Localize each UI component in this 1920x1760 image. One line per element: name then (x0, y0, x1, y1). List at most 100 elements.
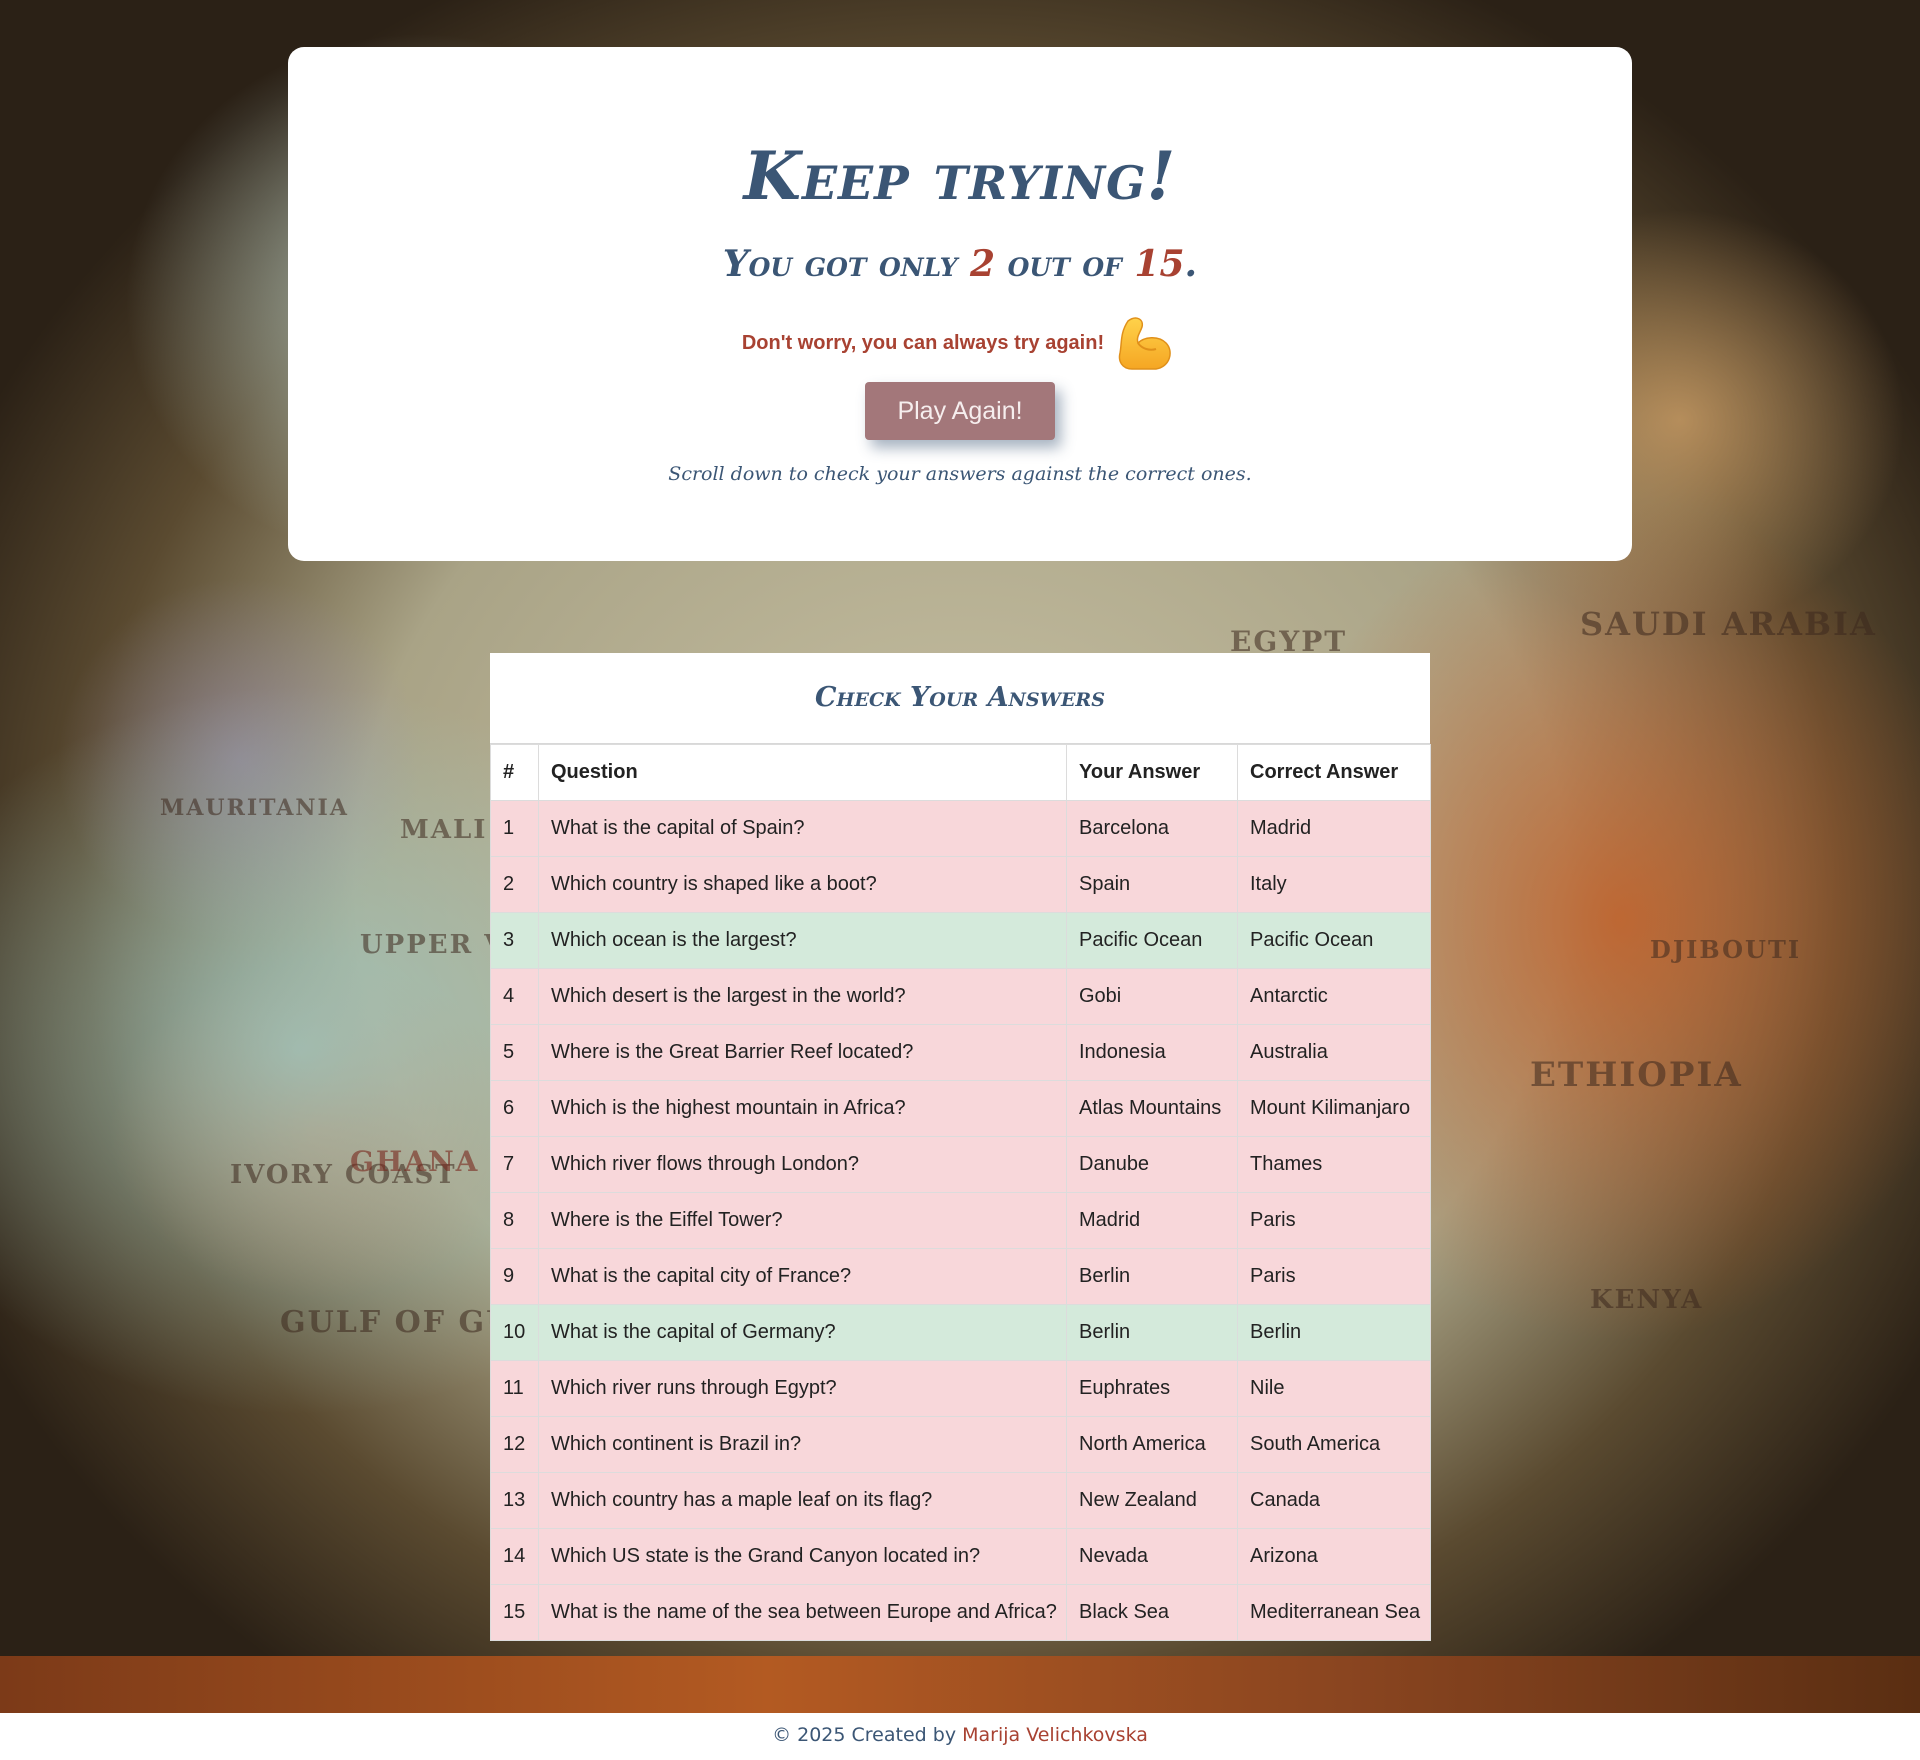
table-row: 9 What is the capital city of France? Berl… (490, 1248, 1431, 1305)
table-header-row: # Question Your Answer Correct Answer (490, 744, 1431, 801)
answers-table: # Question Your Answer Correct Answer 1W… (490, 744, 1431, 1641)
scroll-hint: Scroll down to check your answers agains… (668, 463, 1252, 485)
map-label: ETHIOPIA (1530, 1055, 1743, 1095)
table-row: 6 Which is the highest mountain in Africa… (490, 1080, 1431, 1137)
row-number: 15 (490, 1584, 539, 1641)
row-number: 5 (490, 1024, 539, 1081)
row-number: 1 (490, 800, 539, 857)
row-question: Which US state is the Grand Canyon locat… (538, 1528, 1067, 1585)
row-correct-answer: Berlin (1237, 1304, 1431, 1361)
table-row: 10 What is the capital of Germany? Berlin B… (490, 1304, 1431, 1361)
map-label: MALI (400, 815, 488, 845)
row-question: Where is the Great Barrier Reef located? (538, 1024, 1067, 1081)
row-question: Which river flows through London? (538, 1136, 1067, 1193)
table-row: 3 Which ocean is the largest? Pacific Ocea… (490, 912, 1431, 969)
row-correct-answer: South America (1237, 1416, 1431, 1473)
row-correct-answer: Australia (1237, 1024, 1431, 1081)
row-number: 12 (490, 1416, 539, 1473)
row-number: 3 (490, 912, 539, 969)
row-correct-answer: Canada (1237, 1472, 1431, 1529)
row-correct-answer: Paris (1237, 1192, 1431, 1249)
map-label: GHANA (350, 1145, 480, 1178)
table-row: 5 Where is the Great Barrier Reef located… (490, 1024, 1431, 1081)
table-row: 12 Which continent is Brazil in? North Ame… (490, 1416, 1431, 1473)
row-number: 13 (490, 1472, 539, 1529)
row-your-answer: Indonesia (1066, 1024, 1238, 1081)
column-header-number: # (490, 744, 539, 801)
play-again-button[interactable]: Play Again! (865, 382, 1055, 440)
row-number: 9 (490, 1248, 539, 1305)
row-your-answer: Atlas Mountains (1066, 1080, 1238, 1137)
table-row: 11 Which river runs through Egypt? Euphrat… (490, 1360, 1431, 1417)
footer-credit: © 2025 Created by (772, 1724, 957, 1746)
table-row: 15 What is the name of the sea between Eu… (490, 1584, 1431, 1641)
row-number: 8 (490, 1192, 539, 1249)
row-your-answer: Barcelona (1066, 800, 1238, 857)
flexed-biceps-icon (1114, 313, 1178, 373)
table-row: 1 What is the capital of Spain? Barcelona M… (490, 800, 1431, 857)
column-header-question: Question (538, 744, 1067, 801)
result-card: Keep trying! You got only 2 out of 15. D… (288, 47, 1632, 561)
answers-title: Check Your Answers (490, 653, 1430, 744)
row-your-answer: Black Sea (1066, 1584, 1238, 1641)
row-your-answer: Berlin (1066, 1248, 1238, 1305)
row-correct-answer: Mount Kilimanjaro (1237, 1080, 1431, 1137)
row-your-answer: New Zealand (1066, 1472, 1238, 1529)
row-question: Which ocean is the largest? (538, 912, 1067, 969)
encouragement-text: Don't worry, you can always try again! (741, 331, 1105, 354)
row-correct-answer: Italy (1237, 856, 1431, 913)
row-number: 10 (490, 1304, 539, 1361)
map-label: MAURITANIA (160, 795, 349, 821)
row-your-answer: Nevada (1066, 1528, 1238, 1585)
score-value: 2 (970, 243, 996, 285)
row-correct-answer: Thames (1237, 1136, 1431, 1193)
answers-table-body: 1 What is the capital of Spain? Barcelona M… (490, 800, 1431, 1641)
map-label: SAUDI ARABIA (1580, 605, 1877, 643)
row-question: What is the capital city of France? (538, 1248, 1067, 1305)
row-correct-answer: Mediterranean Sea (1237, 1584, 1431, 1641)
row-question: Which country has a maple leaf on its fl… (538, 1472, 1067, 1529)
row-number: 4 (490, 968, 539, 1025)
column-header-your-answer: Your Answer (1066, 744, 1238, 801)
row-correct-answer: Antarctic (1237, 968, 1431, 1025)
map-label: KENYA (1590, 1285, 1704, 1315)
row-question: What is the capital of Spain? (538, 800, 1067, 857)
row-correct-answer: Paris (1237, 1248, 1431, 1305)
background-band (0, 1656, 1920, 1713)
row-number: 11 (490, 1360, 539, 1417)
score-line: You got only 2 out of 15. (288, 243, 1632, 285)
map-label: DJIBOUTI (1650, 935, 1802, 964)
score-mid: out of (1007, 243, 1122, 285)
answers-table-card: Check Your Answers # Question Your Answe… (490, 653, 1431, 1641)
score-prefix: You got only (722, 243, 958, 285)
row-correct-answer: Nile (1237, 1360, 1431, 1417)
row-correct-answer: Madrid (1237, 800, 1431, 857)
row-question: Where is the Eiffel Tower? (538, 1192, 1067, 1249)
table-row: 13 Which country has a maple leaf on its … (490, 1472, 1431, 1529)
table-row: 7 Which river flows through London? Danube… (490, 1136, 1431, 1193)
score-total: 15 (1134, 243, 1185, 285)
score-suffix: . (1184, 243, 1198, 285)
row-correct-answer: Pacific Ocean (1237, 912, 1431, 969)
encouragement: Don't worry, you can always try again! (288, 313, 1632, 373)
row-your-answer: Gobi (1066, 968, 1238, 1025)
footer: © 2025 Created by Marija Velichkovska (0, 1713, 1920, 1760)
row-question: Which country is shaped like a boot? (538, 856, 1067, 913)
row-correct-answer: Arizona (1237, 1528, 1431, 1585)
row-question: What is the name of the sea between Euro… (538, 1584, 1067, 1641)
row-your-answer: Pacific Ocean (1066, 912, 1238, 969)
row-question: Which is the highest mountain in Africa? (538, 1080, 1067, 1137)
row-question: Which river runs through Egypt? (538, 1360, 1067, 1417)
row-your-answer: Euphrates (1066, 1360, 1238, 1417)
row-your-answer: Danube (1066, 1136, 1238, 1193)
row-your-answer: Madrid (1066, 1192, 1238, 1249)
table-row: 8 Where is the Eiffel Tower? Madrid Paris (490, 1192, 1431, 1249)
row-question: Which desert is the largest in the world… (538, 968, 1067, 1025)
row-question: What is the capital of Germany? (538, 1304, 1067, 1361)
row-number: 2 (490, 856, 539, 913)
row-number: 7 (490, 1136, 539, 1193)
table-row: 4 Which desert is the largest in the worl… (490, 968, 1431, 1025)
row-your-answer: Berlin (1066, 1304, 1238, 1361)
result-heading: Keep trying! (743, 137, 1177, 215)
table-row: 14 Which US state is the Grand Canyon loc… (490, 1528, 1431, 1585)
